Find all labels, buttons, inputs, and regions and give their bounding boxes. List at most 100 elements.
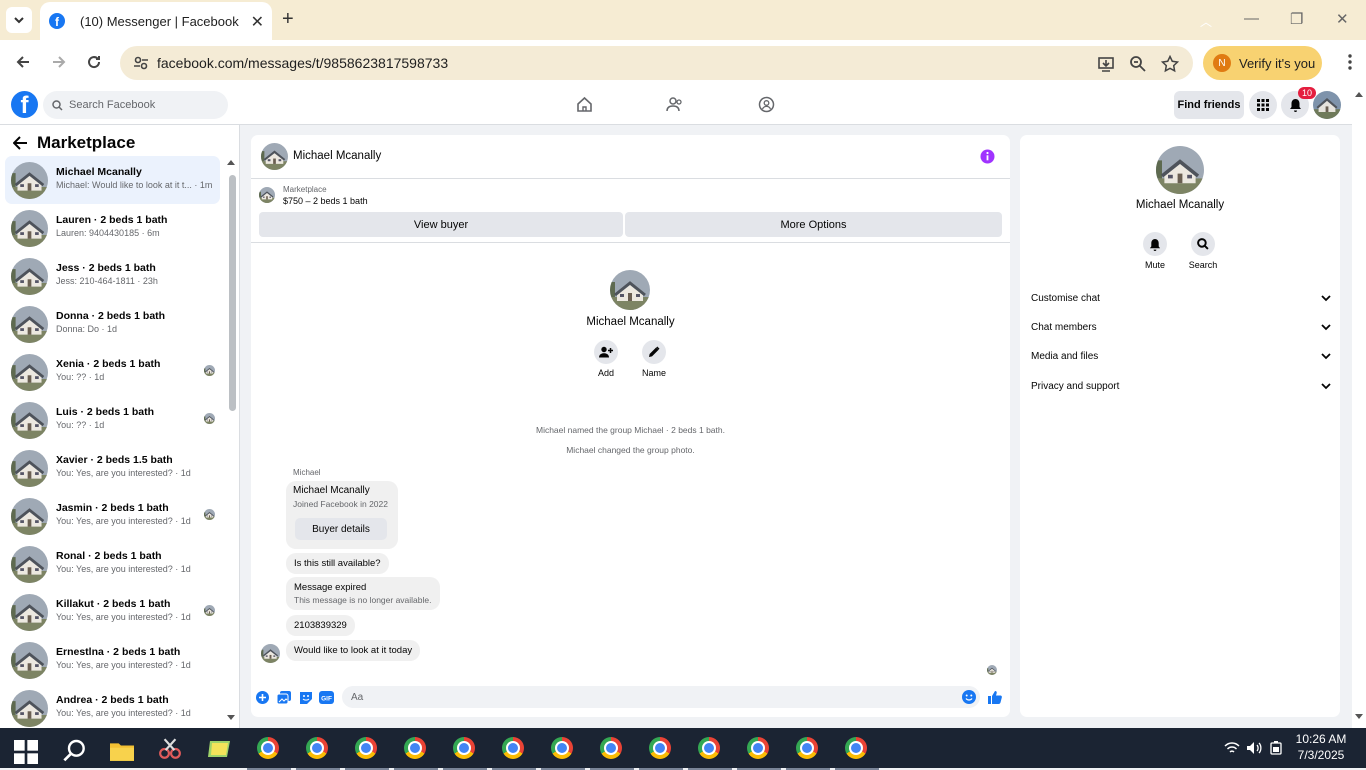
expired-message-bubble[interactable]: Message expired This message is no longe…	[286, 577, 440, 610]
close-tab-icon[interactable]: ✕	[251, 12, 264, 32]
emoji-icon[interactable]	[962, 690, 976, 704]
conversation-item[interactable]: Luis · 2 beds 1 bath You: ?? · 1d	[5, 396, 220, 444]
view-buyer-button[interactable]: View buyer	[259, 212, 623, 237]
chrome-window-icon[interactable]	[541, 737, 585, 770]
details-section-row[interactable]: Customise chat	[1031, 289, 1331, 307]
new-tab-button[interactable]: +	[282, 9, 294, 29]
browser-tab-active[interactable]: f (10) Messenger | Facebook ✕	[40, 2, 272, 40]
conversation-item[interactable]: Ronal · 2 beds 1 bath You: Yes, are you i…	[5, 540, 220, 588]
chrome-window-icon[interactable]	[394, 737, 438, 770]
search-in-conversation-button[interactable]: Search	[1179, 232, 1227, 270]
details-section-row[interactable]: Media and files	[1031, 347, 1331, 365]
chrome-window-icon[interactable]	[296, 737, 340, 770]
scroll-up-arrow-icon[interactable]	[1355, 91, 1363, 97]
chrome-window-icon[interactable]	[590, 737, 634, 770]
install-app-icon[interactable]	[1097, 55, 1115, 73]
buyer-details-button[interactable]: Buyer details	[295, 518, 387, 540]
conversation-item[interactable]: Killakut · 2 beds 1 bath You: Yes, are yo…	[5, 588, 220, 636]
show-hidden-icons[interactable]: ︿	[1200, 13, 1212, 30]
sender-avatar[interactable]	[261, 644, 280, 663]
gif-icon[interactable]: GIF	[319, 691, 334, 704]
taskbar-search-icon[interactable]	[63, 739, 87, 763]
conversation-item[interactable]: Ernestlna · 2 beds 1 bath You: Yes, are y…	[5, 636, 220, 684]
chat-profile-avatar[interactable]	[610, 270, 650, 310]
more-options-button[interactable]: More Options	[625, 212, 1002, 237]
friends-icon[interactable]	[666, 96, 684, 113]
profile-avatar[interactable]	[1313, 91, 1341, 119]
details-section-row[interactable]: Chat members	[1031, 318, 1331, 336]
zoom-icon[interactable]	[1129, 55, 1147, 73]
chrome-window-icon[interactable]	[492, 737, 536, 770]
conversation-item[interactable]: Jasmin · 2 beds 1 bath You: Yes, are you …	[5, 492, 220, 540]
site-info-icon[interactable]	[133, 55, 149, 71]
message-input[interactable]: Aa	[342, 686, 980, 708]
scroll-down-arrow-icon[interactable]	[227, 715, 235, 721]
details-section-row[interactable]: Privacy and support	[1031, 377, 1331, 395]
bookmark-star-icon[interactable]	[1161, 55, 1179, 73]
browser-menu-icon[interactable]	[1348, 54, 1352, 70]
marketplace-title: Marketplace	[37, 133, 136, 152]
conversation-item[interactable]: Michael Mcanally Michael: Would like to l…	[5, 156, 220, 204]
chrome-window-icon[interactable]	[443, 737, 487, 770]
chrome-window-icon[interactable]	[835, 737, 879, 770]
forward-arrow-icon[interactable]	[50, 53, 68, 71]
chrome-window-icon[interactable]	[688, 737, 732, 770]
system-clock[interactable]: 10:26 AM 7/3/2025	[1288, 731, 1354, 763]
add-people-button[interactable]: Add	[582, 340, 630, 378]
address-bar[interactable]: facebook.com/messages/t/9858623817598733	[120, 46, 1193, 80]
snipping-tool-icon[interactable]	[158, 737, 182, 761]
tab-search-dropdown[interactable]	[6, 7, 32, 33]
info-icon[interactable]	[980, 149, 995, 164]
plus-circle-icon[interactable]	[256, 691, 269, 704]
chrome-window-icon[interactable]	[247, 737, 291, 770]
photo-icon[interactable]	[277, 691, 291, 704]
minimize-button[interactable]: —	[1244, 10, 1259, 27]
scrollbar-thumb[interactable]	[229, 175, 236, 411]
volume-icon[interactable]	[1246, 741, 1262, 755]
conversation-item[interactable]: Jess · 2 beds 1 bath Jess: 210-464-1811 ·…	[5, 252, 220, 300]
details-avatar[interactable]	[1156, 146, 1204, 194]
chrome-window-icon[interactable]	[786, 737, 830, 770]
conversation-item[interactable]: Xenia · 2 beds 1 bath You: ?? · 1d	[5, 348, 220, 396]
thumbs-up-icon[interactable]	[988, 690, 1002, 704]
reload-icon[interactable]	[85, 53, 103, 71]
back-arrow-icon[interactable]	[14, 53, 32, 71]
mute-button[interactable]: Mute	[1131, 232, 1179, 270]
facebook-logo-icon[interactable]: f	[11, 91, 38, 118]
conversation-item[interactable]: Xavier · 2 beds 1.5 bath You: Yes, are yo…	[5, 444, 220, 492]
windows-start-icon[interactable]	[14, 740, 38, 764]
change-name-button[interactable]: Name	[630, 340, 678, 378]
verify-identity-button[interactable]: N Verify it's you	[1203, 46, 1322, 80]
file-explorer-icon[interactable]	[110, 739, 134, 763]
scroll-up-arrow-icon[interactable]	[227, 159, 235, 165]
scroll-down-arrow-icon[interactable]	[1355, 714, 1363, 720]
chat-title[interactable]: Michael Mcanally	[293, 150, 381, 162]
message-bubble[interactable]: Would like to look at it today	[286, 640, 421, 661]
restore-button[interactable]: ❐	[1290, 10, 1303, 28]
listing-thumbnail[interactable]	[259, 187, 275, 203]
conversation-item[interactable]: Lauren · 2 beds 1 bath Lauren: 9404430185…	[5, 204, 220, 252]
wifi-icon[interactable]	[1224, 741, 1240, 755]
search-input[interactable]: Search Facebook	[43, 91, 228, 119]
groups-icon[interactable]	[758, 96, 775, 113]
sticker-icon[interactable]	[299, 691, 313, 704]
chrome-window-icon[interactable]	[345, 737, 389, 770]
listing-title[interactable]: $750 – 2 beds 1 bath	[283, 196, 368, 206]
home-icon[interactable]	[576, 96, 593, 113]
conversation-name: Ernestlna · 2 beds 1 bath	[56, 646, 181, 658]
page-scrollbar[interactable]	[1352, 86, 1366, 728]
conversation-item[interactable]: Andrea · 2 beds 1 bath You: Yes, are you …	[5, 684, 220, 728]
chrome-window-icon[interactable]	[737, 737, 781, 770]
conversation-item[interactable]: Donna · 2 beds 1 bath Donna: Do · 1d	[5, 300, 220, 348]
chat-avatar[interactable]	[261, 143, 288, 170]
menu-grid-button[interactable]	[1249, 91, 1277, 119]
message-bubble[interactable]: 2103839329	[286, 615, 355, 636]
message-bubble[interactable]: Is this still available?	[286, 553, 389, 574]
battery-icon[interactable]	[1270, 741, 1282, 755]
conversation-preview: Donna: Do · 1d	[56, 324, 118, 334]
close-window-button[interactable]: ✕	[1336, 10, 1349, 28]
sticky-notes-icon[interactable]	[208, 737, 232, 761]
back-arrow-icon[interactable]	[13, 136, 28, 150]
chrome-window-icon[interactable]	[639, 737, 683, 770]
find-friends-button[interactable]: Find friends	[1174, 91, 1244, 119]
